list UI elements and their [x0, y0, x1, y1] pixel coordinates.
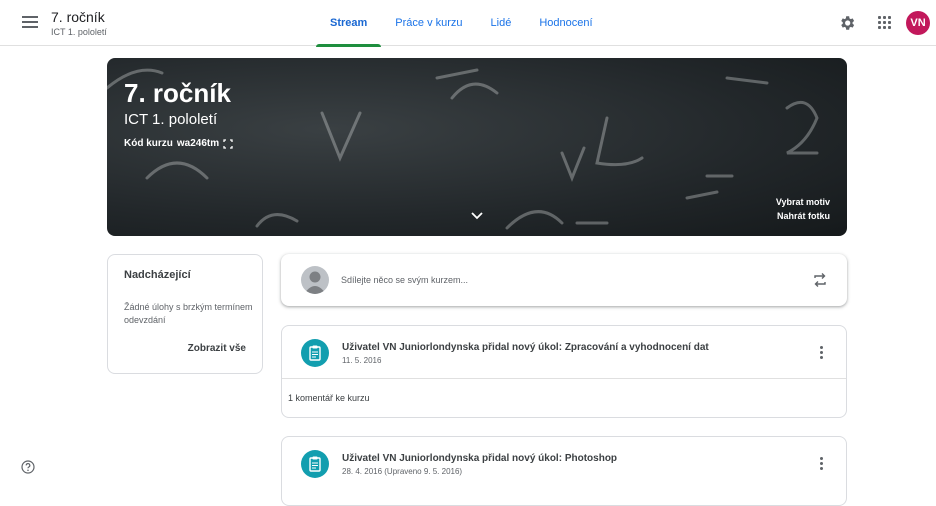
- class-code-row: Kód kurzu wa246tm: [124, 138, 233, 149]
- class-code-label: Kód kurzu: [124, 138, 173, 149]
- class-code-value: wa246tm: [176, 138, 220, 149]
- fullscreen-icon[interactable]: [223, 138, 233, 149]
- user-avatar: [301, 266, 329, 294]
- banner-section: ICT 1. pololetí: [124, 111, 218, 128]
- chevron-down-icon[interactable]: [471, 212, 483, 220]
- class-title[interactable]: 7. ročník: [51, 9, 105, 25]
- top-bar: 7. ročník ICT 1. pololetí Stream Práce v…: [0, 0, 936, 47]
- repost-icon[interactable]: [813, 272, 827, 288]
- tab-people[interactable]: Lidé: [477, 0, 526, 46]
- stream-post: Uživatel VN Juniorlondynska přidal nový …: [281, 436, 847, 506]
- upcoming-title: Nadcházející: [124, 269, 191, 281]
- post-title[interactable]: Uživatel VN Juniorlondynska přidal nový …: [342, 453, 617, 464]
- banner-title: 7. ročník: [124, 78, 231, 108]
- assignment-icon: [301, 450, 329, 478]
- more-vert-icon[interactable]: [820, 346, 824, 360]
- post-date: 28. 4. 2016 (Upraveno 9. 5. 2016): [342, 467, 463, 476]
- help-icon[interactable]: [21, 460, 35, 474]
- upload-photo-link[interactable]: Nahrát fotku: [777, 211, 830, 221]
- post-title[interactable]: Uživatel VN Juniorlondynska přidal nový …: [342, 342, 709, 353]
- tab-grades[interactable]: Hodnocení: [525, 0, 606, 46]
- select-theme-link[interactable]: Vybrat motiv: [776, 197, 830, 207]
- share-box[interactable]: Sdílejte něco se svým kurzem...: [281, 254, 847, 306]
- class-subtitle: ICT 1. pololetí: [51, 27, 107, 37]
- stream-post: Uživatel VN Juniorlondynska přidal nový …: [281, 325, 847, 418]
- class-comments-link[interactable]: 1 komentář ke kurzu: [288, 393, 370, 403]
- menu-icon[interactable]: [22, 16, 38, 30]
- more-vert-icon[interactable]: [820, 457, 824, 471]
- apps-grid-icon[interactable]: [878, 16, 892, 30]
- upcoming-empty-text: Žádné úlohy s brzkým termínem odevzdání: [124, 302, 253, 325]
- view-all-link[interactable]: Zobrazit vše: [188, 343, 246, 354]
- tab-classwork[interactable]: Práce v kurzu: [381, 0, 476, 46]
- class-banner: 7. ročník ICT 1. pololetí Kód kurzu wa24…: [107, 58, 847, 236]
- upcoming-card: Nadcházející Žádné úlohy s brzkým termín…: [107, 254, 263, 374]
- gear-icon[interactable]: [838, 14, 856, 32]
- assignment-icon: [301, 339, 329, 367]
- account-avatar[interactable]: VN: [906, 11, 930, 35]
- divider: [282, 378, 846, 379]
- post-date: 11. 5. 2016: [342, 356, 382, 365]
- tab-stream[interactable]: Stream: [316, 0, 382, 47]
- tab-bar: Stream Práce v kurzu Lidé Hodnocení: [316, 0, 607, 47]
- share-input[interactable]: Sdílejte něco se svým kurzem...: [341, 275, 468, 285]
